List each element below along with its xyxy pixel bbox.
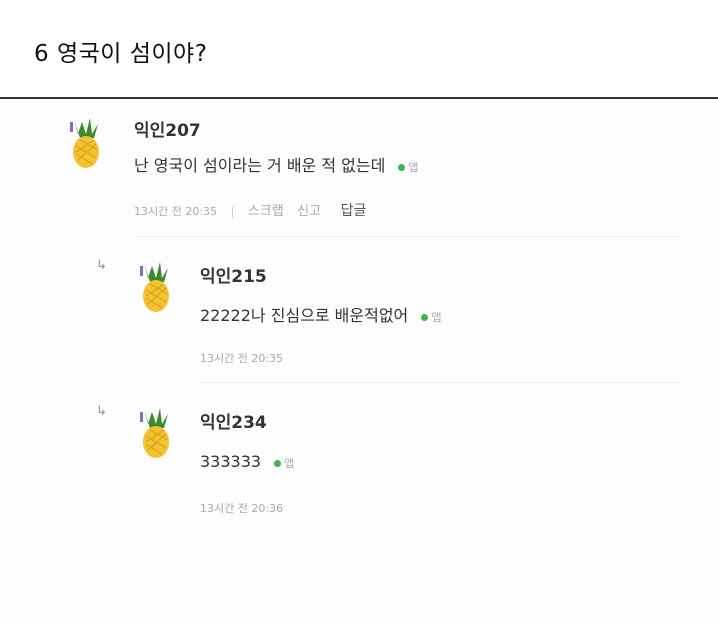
reply-button[interactable]: 답글: [341, 203, 367, 219]
page: 6 영국이 섬이야? 익인207 난 영국이 섬이라는 거 배운 적 없는데 앱…: [0, 0, 718, 621]
comment-screenshot: 익인207 난 영국이 섬이라는 거 배운 적 없는데 앱 13시간 전 20:…: [0, 100, 718, 621]
pineapple-icon: [70, 118, 99, 168]
reply-arrow-icon: ↳: [96, 258, 107, 273]
scrap-button[interactable]: 스크랩: [248, 204, 284, 219]
comment-author[interactable]: 익인215: [200, 262, 267, 287]
comment-author[interactable]: 익인207: [134, 116, 201, 141]
comment-text: 333333 앱: [200, 452, 294, 471]
comment-text-content: 333333: [200, 452, 262, 471]
comment-author[interactable]: 익인234: [200, 408, 267, 433]
comment-meta: 13시간 전 20:36: [200, 500, 283, 516]
comment-time: 13시간 전 20:35: [200, 352, 284, 365]
client-label: 앱: [408, 160, 419, 174]
reply-arrow-icon: ↳: [96, 404, 107, 419]
comment-time: 13시간 전 20:36: [200, 502, 284, 515]
comment-divider: [134, 236, 682, 237]
comment-234: ↳ 익인234 333333 앱 13시간 전 20:36: [0, 396, 718, 536]
comment-text: 난 영국이 섬이라는 거 배운 적 없는데 앱: [134, 152, 419, 176]
report-button[interactable]: 신고: [297, 204, 321, 219]
client-badge: 앱: [421, 309, 442, 325]
post-title: 6 영국이 섬이야?: [34, 41, 208, 67]
comment-text-content: 22222나 진심으로 배운적없어: [200, 306, 409, 325]
pineapple-icon: [140, 262, 169, 312]
pineapple-icon: [140, 408, 169, 458]
comment-meta: 13시간 전 20:35 | 스크랩 신고 답글: [134, 200, 366, 220]
comment-divider: [200, 382, 682, 383]
comment-text-content: 난 영국이 섬이라는 거 배운 적 없는데: [134, 156, 386, 175]
client-badge: 앱: [398, 159, 419, 175]
green-dot-icon: [274, 460, 282, 467]
green-dot-icon: [421, 314, 429, 321]
comment-text: 22222나 진심으로 배운적없어 앱: [200, 302, 442, 326]
client-badge: 앱: [274, 455, 294, 471]
comment-meta: 13시간 전 20:35: [200, 350, 283, 366]
comment-207: 익인207 난 영국이 섬이라는 거 배운 적 없는데 앱 13시간 전 20:…: [0, 100, 718, 240]
green-dot-icon: [398, 164, 406, 171]
client-label: 앱: [284, 456, 295, 470]
meta-separator: |: [230, 205, 235, 218]
client-label: 앱: [431, 310, 442, 324]
comment-215: ↳ 익인215 22222나 진심으로 배운적없어 앱 13시간 전 20:35: [0, 250, 718, 390]
comment-time: 13시간 전 20:35: [134, 205, 218, 218]
post-header: 6 영국이 섬이야?: [0, 0, 718, 99]
